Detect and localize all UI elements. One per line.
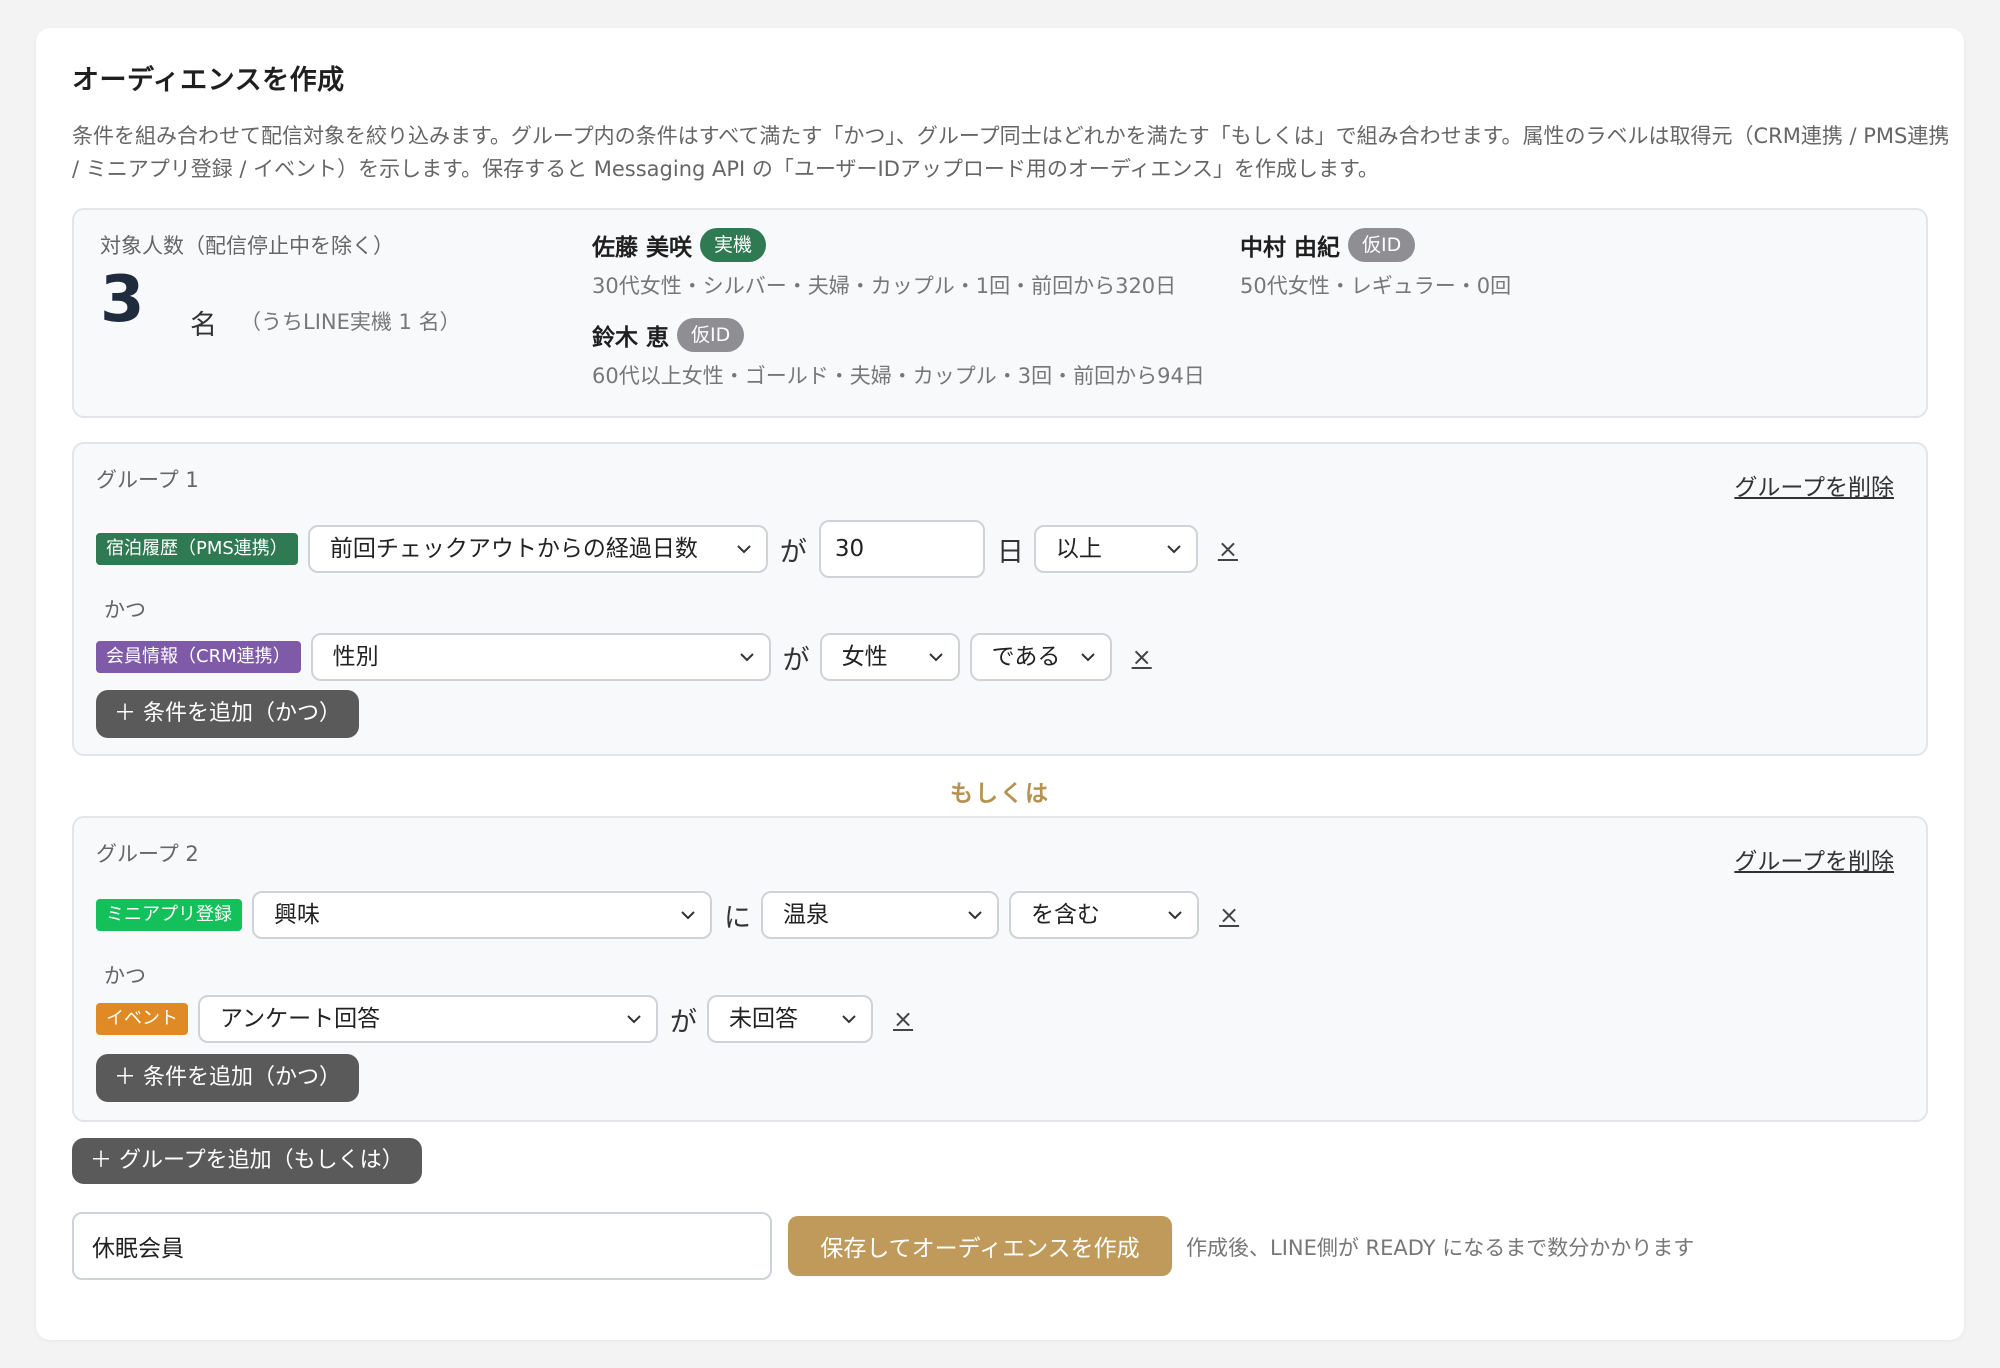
and-label: かつ — [104, 964, 146, 988]
add-condition-button[interactable]: ＋ 条件を追加（かつ） — [96, 690, 359, 738]
field-select-value: 前回チェックアウトからの経過日数 — [329, 536, 698, 562]
field-select[interactable]: 前回チェックアウトからの経過日数 — [307, 525, 768, 573]
member-name: 佐藤 美咲 — [592, 235, 693, 261]
delete-group-button[interactable]: グループを削除 — [1734, 842, 1894, 876]
field-select[interactable]: 性別 — [310, 633, 771, 681]
member-detail: 60代以上女性・ゴールド・夫婦・カップル・3回・前回から94日 — [592, 364, 1205, 388]
condition-row: ミニアプリ登録 興味 に 温泉 を含む × — [96, 890, 1239, 940]
particle-label: が — [779, 536, 807, 568]
member-detail: 30代女性・シルバー・夫婦・カップル・1回・前回から320日 — [592, 274, 1177, 298]
value-input[interactable] — [818, 520, 985, 578]
create-audience-card: オーディエンスを作成 条件を組み合わせて配信対象を絞り込みます。グループ内の条件… — [36, 28, 1964, 1340]
remove-condition-button[interactable]: × — [1219, 901, 1239, 929]
chevron-down-icon — [1168, 911, 1182, 920]
member-item: 鈴木 恵仮ID 60代以上女性・ゴールド・夫婦・カップル・3回・前回から94日 — [592, 318, 1205, 390]
operator-select-value: 以上 — [1055, 536, 1102, 562]
member-status-badge: 実機 — [700, 228, 767, 262]
operator-select[interactable]: である — [969, 633, 1112, 681]
operator-select-value: を含む — [1031, 902, 1100, 928]
condition-group-2: グループ 2 グループを削除 ミニアプリ登録 興味 に 温泉 を含む × かつ … — [72, 816, 1928, 1122]
particle-label: が — [782, 644, 810, 676]
add-group-button[interactable]: ＋ グループを追加（もしくは） — [72, 1138, 422, 1184]
operator-select-value: である — [991, 644, 1061, 670]
operator-select[interactable]: を含む — [1009, 891, 1199, 939]
member-status-badge: 仮ID — [1348, 228, 1416, 262]
save-note: 作成後、LINE側が READY になるまで数分かかります — [1186, 1236, 1695, 1260]
or-separator: もしくは — [950, 781, 1050, 807]
value-select-value: 未回答 — [729, 1006, 798, 1032]
audience-name-input[interactable] — [72, 1212, 772, 1280]
add-condition-button[interactable]: ＋ 条件を追加（かつ） — [96, 1054, 359, 1102]
chevron-down-icon — [928, 653, 943, 662]
field-select-value: アンケート回答 — [220, 1006, 381, 1032]
source-tag-crm: 会員情報（CRM連携） — [96, 641, 301, 673]
group-title: グループ 1 — [96, 468, 199, 492]
member-detail: 50代女性・レギュラー・0回 — [1240, 274, 1512, 298]
chevron-down-icon — [1080, 653, 1095, 662]
and-label: かつ — [104, 598, 146, 622]
condition-row: 会員情報（CRM連携） 性別 が 女性 である × — [96, 632, 1152, 682]
field-select[interactable]: アンケート回答 — [198, 995, 658, 1043]
page-description: 条件を組み合わせて配信対象を絞り込みます。グループ内の条件はすべて満たす「かつ」… — [72, 124, 1950, 181]
chevron-down-icon — [739, 653, 754, 662]
member-name: 鈴木 恵 — [592, 325, 670, 351]
save-audience-button[interactable]: 保存してオーディエンスを作成 — [788, 1216, 1172, 1276]
particle-label: に — [724, 902, 751, 934]
field-select-value: 性別 — [332, 644, 379, 670]
chevron-down-icon — [1167, 545, 1181, 554]
operator-select[interactable]: 以上 — [1033, 525, 1198, 573]
particle-label: が — [670, 1006, 697, 1038]
member-item: 佐藤 美咲 実機 30代女性・シルバー・夫婦・カップル・1回・前回から320日 — [592, 228, 1176, 300]
condition-row: 宿泊履歴（PMS連携） 前回チェックアウトからの経過日数 が 日 以上 × — [96, 520, 1238, 578]
condition-row: イベント アンケート回答 が 未回答 × — [96, 994, 913, 1044]
source-tag-event: イベント — [96, 1003, 188, 1035]
summary-unit: 名 — [190, 310, 217, 341]
remove-condition-button[interactable]: × — [893, 1005, 913, 1033]
member-item: 中村 由紀 仮ID 50代女性・レギュラー・0回 — [1240, 228, 1511, 300]
chevron-down-icon — [627, 1015, 641, 1024]
value-select-value: 女性 — [841, 644, 888, 670]
chevron-down-icon — [842, 1015, 856, 1024]
group-title: グループ 2 — [96, 842, 199, 866]
field-select[interactable]: 興味 — [252, 891, 712, 939]
chevron-down-icon — [681, 911, 695, 920]
value-select[interactable]: 女性 — [819, 633, 960, 681]
member-status-badge: 仮ID — [677, 318, 745, 352]
summary-count: 3 — [100, 263, 145, 337]
audience-summary: 対象人数（配信停止中を除く） 3 名 （うちLINE実機 1 名） 佐藤 美咲実… — [72, 208, 1928, 418]
value-select[interactable]: 温泉 — [761, 891, 999, 939]
value-select-value: 温泉 — [783, 902, 829, 928]
page-title: オーディエンスを作成 — [72, 65, 345, 96]
remove-condition-button[interactable]: × — [1218, 535, 1238, 563]
chevron-down-icon — [968, 911, 982, 920]
condition-group-1: グループ 1 グループを削除 宿泊履歴（PMS連携） 前回チェックアウトからの経… — [72, 442, 1928, 756]
unit-label: 日 — [996, 536, 1024, 568]
field-select-value: 興味 — [274, 902, 320, 928]
delete-group-button[interactable]: グループを削除 — [1734, 468, 1894, 502]
source-tag-miniapp: ミニアプリ登録 — [96, 899, 242, 931]
source-tag-pms: 宿泊履歴（PMS連携） — [96, 533, 298, 565]
chevron-down-icon — [737, 545, 751, 554]
member-name: 中村 由紀 — [1240, 235, 1341, 261]
summary-line-count: （うちLINE実機 1 名） — [240, 310, 461, 334]
remove-condition-button[interactable]: × — [1132, 643, 1152, 671]
summary-label: 対象人数（配信停止中を除く） — [100, 234, 394, 258]
value-select[interactable]: 未回答 — [707, 995, 873, 1043]
